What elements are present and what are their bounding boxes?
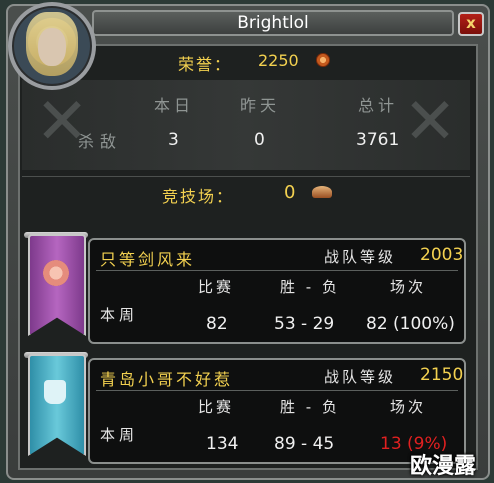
kills-yesterday-value: 0 bbox=[254, 130, 265, 150]
week-label: 本周 bbox=[100, 426, 139, 444]
win-loss-header: 胜 - 负 bbox=[280, 398, 340, 416]
games-header: 比赛 bbox=[198, 398, 235, 416]
kills-header-yesterday: 昨天 bbox=[240, 96, 281, 115]
window-title: Brightlol bbox=[92, 10, 454, 36]
arena-points-value: 0 bbox=[284, 182, 296, 203]
mug-emblem-icon bbox=[44, 380, 66, 404]
games-value: 134 bbox=[206, 434, 239, 454]
crossed-swords-icon: ✕ bbox=[403, 85, 457, 159]
close-button[interactable]: x bbox=[458, 12, 484, 36]
team-name: 只等剑风来 bbox=[100, 250, 196, 269]
week-label: 本周 bbox=[100, 306, 139, 324]
games-value: 82 bbox=[206, 314, 228, 334]
team-rating-label: 战队等级 bbox=[324, 248, 397, 266]
kills-today-value: 3 bbox=[168, 130, 179, 150]
kills-header-total: 总计 bbox=[358, 96, 399, 115]
honor-row: 荣誉： 2250 bbox=[98, 48, 460, 74]
divider bbox=[96, 390, 458, 391]
rose-emblem-icon bbox=[43, 260, 69, 286]
portrait-face bbox=[38, 28, 66, 66]
win-loss-value: 53 - 29 bbox=[274, 314, 335, 334]
team-name: 青岛小哥不好惹 bbox=[100, 370, 234, 389]
team-rating-value: 2003 bbox=[420, 245, 464, 265]
team-panel[interactable]: 只等剑风来 战队等级 2003 比赛 胜 - 负 场次 本周 82 53 - 2… bbox=[88, 238, 466, 344]
games-header: 比赛 bbox=[198, 278, 235, 296]
honor-value: 2250 bbox=[258, 51, 299, 70]
honor-coin-icon bbox=[316, 53, 330, 67]
watermark: 欧漫露 bbox=[410, 454, 477, 479]
win-loss-header: 胜 - 负 bbox=[280, 278, 340, 296]
kills-total-value: 3761 bbox=[356, 130, 400, 150]
played-header: 场次 bbox=[390, 398, 427, 416]
arena-label: 竞技场： bbox=[162, 187, 235, 206]
character-portrait bbox=[8, 2, 96, 90]
kills-header-today: 本日 bbox=[154, 96, 195, 115]
team-rating-value: 2150 bbox=[420, 365, 464, 385]
divider bbox=[96, 270, 458, 271]
arena-points-icon bbox=[312, 186, 332, 198]
honor-label: 荣誉： bbox=[178, 55, 233, 74]
kills-row-label: 杀敌 bbox=[78, 132, 123, 151]
kills-panel: ✕ ✕ 本日 昨天 总计 杀敌 3 0 3761 bbox=[22, 80, 470, 170]
win-loss-value: 89 - 45 bbox=[274, 434, 335, 454]
played-value: 82 (100%) bbox=[366, 314, 455, 334]
played-header: 场次 bbox=[390, 278, 427, 296]
team-rating-label: 战队等级 bbox=[324, 368, 397, 386]
arena-row: 竞技场： 0 bbox=[22, 176, 470, 207]
